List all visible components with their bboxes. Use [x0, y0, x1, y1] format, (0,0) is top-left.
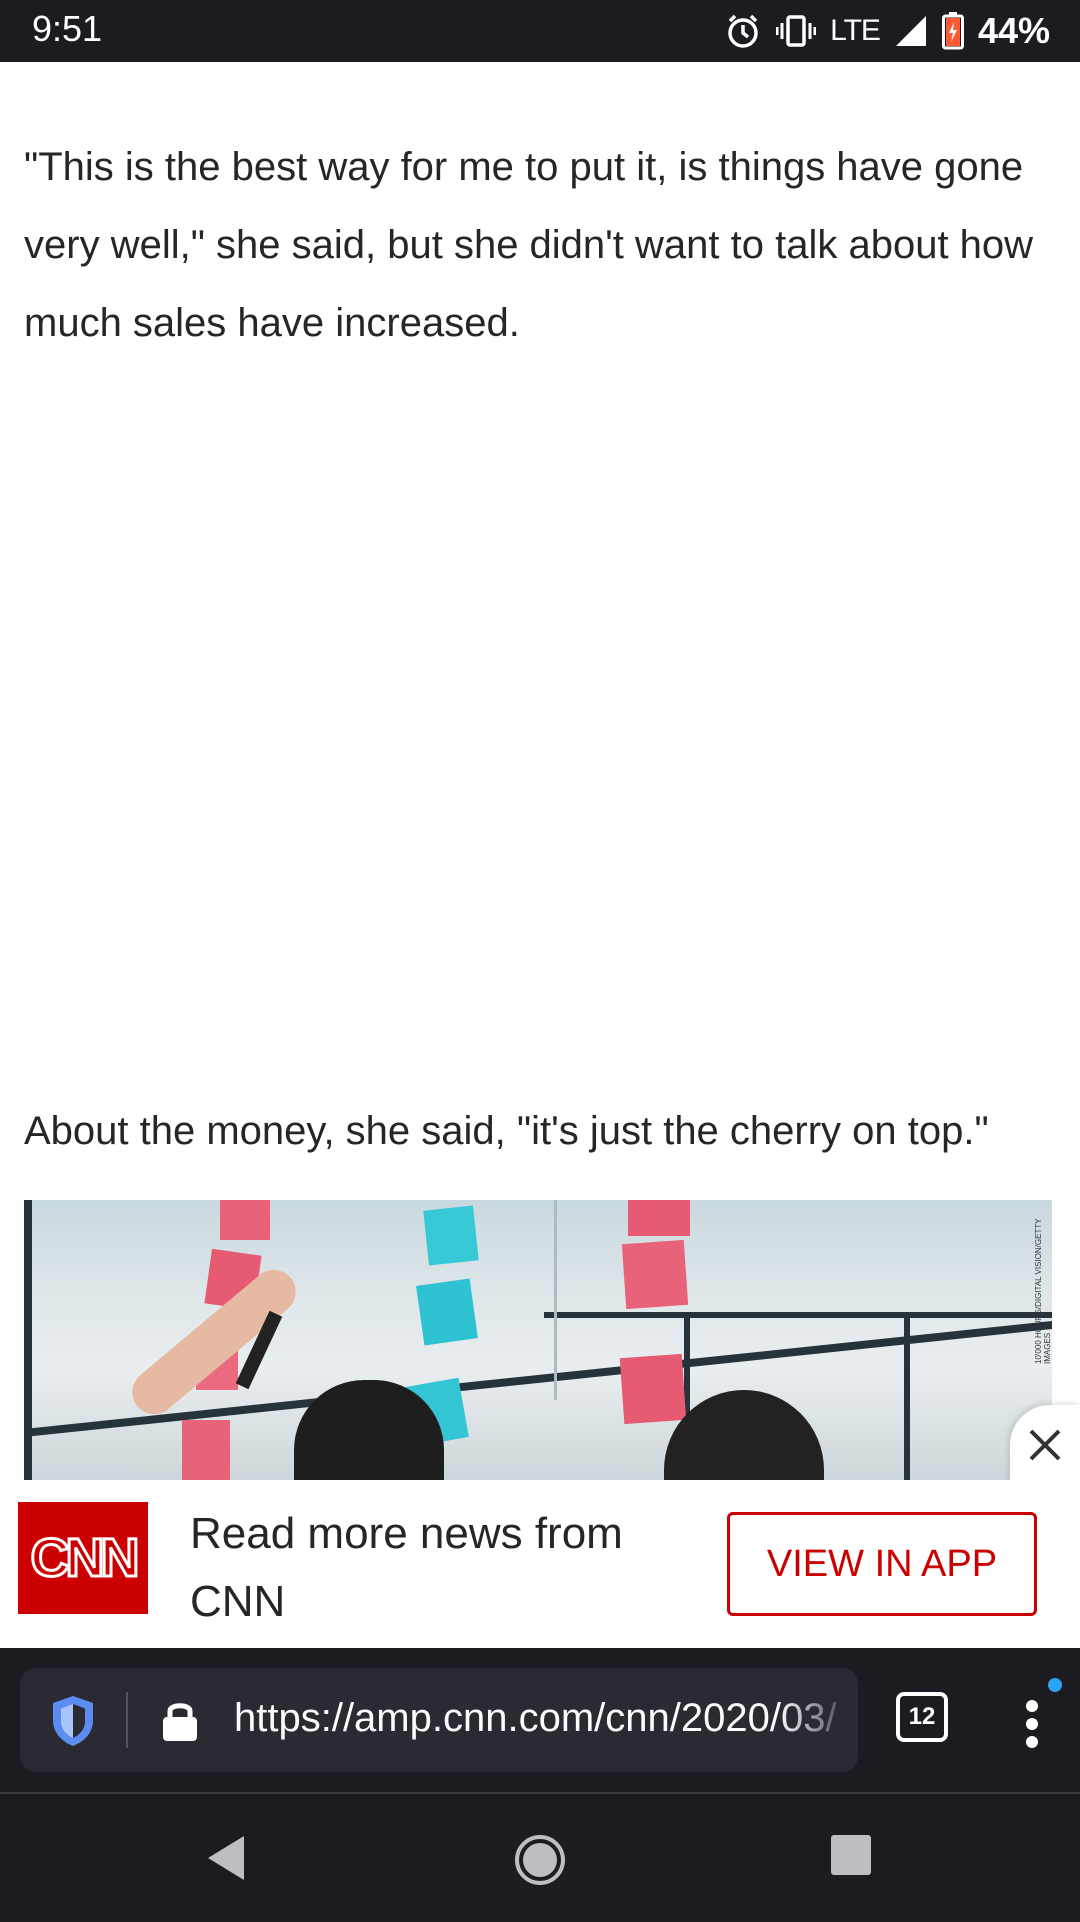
sticky-note [621, 1239, 689, 1310]
window-frame [544, 1312, 1052, 1318]
glass-edge [554, 1200, 557, 1400]
menu-dot [1026, 1718, 1038, 1730]
url-text[interactable]: https://amp.cnn.com/cnn/2020/03/ [234, 1696, 854, 1741]
window-frame [904, 1312, 910, 1480]
close-icon [1029, 1429, 1061, 1461]
overflow-menu-button[interactable] [1018, 1678, 1062, 1762]
article-paragraph: "This is the best way for me to put it, … [24, 145, 1034, 345]
home-icon[interactable] [514, 1834, 566, 1891]
cnn-logo-text: CNN [29, 1527, 141, 1590]
app-promo-banner: CNN Read more news from CNN VIEW IN APP [0, 1480, 1080, 1648]
browser-toolbar: https://amp.cnn.com/cnn/2020/03/ 12 [0, 1648, 1080, 1792]
status-icons: LTE 44% [724, 8, 1050, 54]
battery-icon [941, 12, 964, 50]
view-in-app-button[interactable]: VIEW IN APP [727, 1512, 1037, 1616]
shield-icon[interactable] [50, 1694, 96, 1753]
sticky-note [416, 1278, 478, 1346]
signal-icon [894, 14, 928, 48]
menu-dot [1026, 1700, 1038, 1712]
back-icon[interactable] [204, 1834, 248, 1887]
sticky-note [220, 1200, 270, 1240]
tab-counter-button[interactable]: 12 [896, 1692, 948, 1742]
vibrate-icon [776, 14, 817, 48]
banner-message: Read more news from CNN [190, 1509, 623, 1626]
sticky-note [619, 1353, 687, 1425]
recents-icon[interactable] [830, 1834, 872, 1881]
notification-dot [1048, 1678, 1062, 1692]
url-bar[interactable]: https://amp.cnn.com/cnn/2020/03/ [20, 1668, 858, 1772]
menu-dot [1026, 1736, 1038, 1748]
lock-icon[interactable] [160, 1698, 200, 1747]
cnn-logo: CNN [18, 1502, 148, 1614]
battery-percentage: 44% [977, 10, 1050, 51]
alarm-icon [724, 12, 762, 50]
window-frame [24, 1200, 32, 1480]
photo-credit: 10'000 HOURS/DIGITAL VISION/GETTY IMAGES [1034, 1218, 1052, 1364]
status-bar: 9:51 LTE 44% [0, 0, 1080, 62]
url-separator [126, 1692, 128, 1748]
article-paragraph: About the money, she said, "it's just th… [24, 1109, 989, 1153]
close-banner-button[interactable] [1010, 1405, 1080, 1485]
navigation-bar [0, 1792, 1080, 1922]
sticky-note [182, 1420, 230, 1480]
status-time: 9:51 [32, 8, 103, 49]
sticky-note [628, 1200, 690, 1236]
sticky-note [423, 1205, 479, 1266]
network-type: LTE [830, 14, 881, 47]
article-photo[interactable]: 10'000 HOURS/DIGITAL VISION/GETTY IMAGES [24, 1200, 1052, 1480]
